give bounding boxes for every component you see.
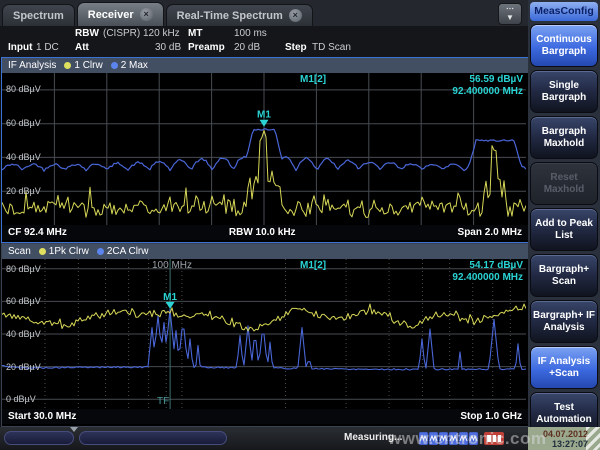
if-spectrum-plot: M1	[2, 73, 526, 225]
red-status-icon	[484, 432, 504, 445]
stop-freq-value[interactable]: Stop 1.0 GHz	[460, 409, 522, 424]
ytick-80: 80 dBµV	[6, 264, 41, 274]
tab-label: Receiver	[88, 9, 134, 21]
if-analysis-window[interactable]: IF Analysis 1 Clrw 2 Max M1 80 dBµV 60 d…	[1, 57, 529, 243]
legend-trace2[interactable]: 2CA Clrw	[97, 246, 149, 257]
softkey-menu-title: MeasConfig	[530, 2, 598, 21]
ytick-40: 40 dBµV	[6, 329, 41, 339]
ytick-0: 0 dBµV	[6, 394, 36, 404]
trace1-label: 1Pk Clrw	[49, 246, 89, 257]
settings-bar: RBW (CISPR) 120 kHz MT 100 ms Input 1 DC…	[0, 26, 528, 57]
ytick-40: 40 dBµV	[6, 152, 41, 162]
trace1-color-dot	[39, 248, 46, 255]
ytick-60: 60 dBµV	[6, 296, 41, 306]
rbw-value[interactable]: (CISPR) 120 kHz	[103, 28, 180, 39]
rbw-value[interactable]: RBW 10.0 kHz	[229, 225, 296, 240]
gridline-100mhz-label: 100 MHz	[152, 260, 192, 271]
tab-receiver[interactable]: Receiver ×	[77, 2, 164, 26]
ytick-20: 20 dBµV	[6, 362, 41, 372]
softkey-continuous-bargraph[interactable]: Continuous Bargraph	[530, 24, 598, 67]
tab-label: Spectrum	[13, 10, 64, 22]
softkey-bargraph-maxhold[interactable]: Bargraph Maxhold	[530, 116, 598, 159]
legend-trace1[interactable]: 1Pk Clrw	[39, 246, 89, 257]
legend-trace1[interactable]: 1 Clrw	[64, 60, 102, 71]
scan-window[interactable]: Scan 1Pk Clrw 2CA Clrw M1 100 MHz TF 80 …	[1, 243, 529, 427]
measuring-status: Measuring...	[344, 432, 402, 443]
rbw-label: RBW	[75, 28, 99, 39]
softkey-single-bargraph[interactable]: Single Bargraph	[530, 70, 598, 113]
transducer-factor-label: TF	[157, 396, 169, 407]
if-analysis-header: IF Analysis 1 Clrw 2 Max	[2, 58, 528, 73]
progress-marker-icon	[70, 427, 78, 432]
tab-overflow-button[interactable]: ⋯ ▼	[498, 3, 522, 25]
datetime-display: 04.07.2012 13:27:07	[528, 427, 600, 450]
if-analysis-footer: CF 92.4 MHz RBW 10.0 kHz Span 2.0 MHz	[2, 225, 528, 240]
time-value: 13:27:07	[528, 439, 588, 449]
chevron-down-icon: ▼	[506, 13, 514, 22]
trace1-color-dot	[64, 62, 71, 69]
scan-chart[interactable]: M1 100 MHz TF 80 dBµV 60 dBµV 40 dBµV 20…	[2, 259, 528, 409]
scan-title: Scan	[8, 246, 31, 257]
marker-readout-freq: 92.400000 MHz	[452, 86, 523, 97]
close-icon[interactable]: ×	[140, 8, 153, 21]
marker-readout-level: 56.59 dBµV	[469, 74, 523, 85]
scan-spectrum-plot: M1	[2, 259, 526, 409]
step-value[interactable]: TD Scan	[312, 42, 351, 53]
softkey-if-analysis-scan[interactable]: IF Analysis +Scan	[530, 346, 598, 389]
step-label: Step	[285, 42, 307, 53]
trace2-label: 2CA Clrw	[107, 246, 149, 257]
att-value[interactable]: 30 dB	[155, 42, 181, 53]
if-analysis-chart[interactable]: M1 80 dBµV 60 dBµV 40 dBµV 20 dBµV M1[2]…	[2, 73, 528, 225]
tab-label: Real-Time Spectrum	[177, 10, 283, 22]
span-value[interactable]: Span 2.0 MHz	[458, 225, 522, 240]
trace2-color-dot	[97, 248, 104, 255]
trace2-label: 2 Max	[121, 60, 148, 71]
start-freq-value[interactable]: Start 30.0 MHz	[8, 409, 76, 424]
if-analysis-title: IF Analysis	[8, 60, 56, 71]
input-label: Input	[8, 42, 32, 53]
trace-status-icons	[419, 432, 479, 445]
softkey-bargraph-scan[interactable]: Bargraph+ Scan	[530, 254, 598, 297]
trace2-color-dot	[111, 62, 118, 69]
date-value: 04.07.2012	[528, 429, 588, 439]
ytick-80: 80 dBµV	[6, 84, 41, 94]
scan-footer: Start 30.0 MHz Stop 1.0 GHz	[2, 409, 528, 424]
ytick-20: 20 dBµV	[6, 186, 41, 196]
status-bar: Measuring...	[0, 427, 528, 450]
input-value[interactable]: 1 DC	[36, 42, 59, 53]
trace1-label: 1 Clrw	[74, 60, 102, 71]
scan-header: Scan 1Pk Clrw 2CA Clrw	[2, 244, 528, 259]
softkey-sidebar: MeasConfig Continuous Bargraph Single Ba…	[528, 0, 600, 450]
mt-label: MT	[188, 28, 202, 39]
tab-real-time-spectrum[interactable]: Real-Time Spectrum ×	[166, 4, 313, 26]
marker-readout-level: 54.17 dBµV	[469, 260, 523, 271]
ytick-60: 60 dBµV	[6, 118, 41, 128]
overflow-dots-icon: ⋯	[506, 4, 514, 13]
legend-trace2[interactable]: 2 Max	[111, 60, 148, 71]
close-icon[interactable]: ×	[289, 9, 302, 22]
preamp-value[interactable]: 20 dB	[234, 42, 260, 53]
scan-progress-bar-2	[79, 431, 227, 445]
softkey-bargraph-if-analysis[interactable]: Bargraph+ IF Analysis	[530, 300, 598, 343]
mt-value[interactable]: 100 ms	[234, 28, 267, 39]
softkey-add-to-peak-list[interactable]: Add to Peak List	[530, 208, 598, 251]
svg-text:M1: M1	[257, 110, 271, 121]
marker-readout-name: M1[2]	[300, 74, 326, 85]
svg-text:M1: M1	[163, 292, 177, 303]
scan-progress-bar-1	[4, 431, 74, 445]
cf-value[interactable]: CF 92.4 MHz	[8, 225, 67, 240]
softkey-reset-maxhold: Reset Maxhold	[530, 162, 598, 205]
tab-spectrum[interactable]: Spectrum	[2, 4, 75, 26]
preamp-label: Preamp	[188, 42, 225, 53]
att-label: Att	[75, 42, 89, 53]
marker-readout-name: M1[2]	[300, 260, 326, 271]
instrument-screen: Spectrum Receiver × Real-Time Spectrum ×…	[0, 0, 600, 450]
tab-bar: Spectrum Receiver × Real-Time Spectrum ×…	[0, 0, 528, 26]
marker-readout-freq: 92.400000 MHz	[452, 272, 523, 283]
